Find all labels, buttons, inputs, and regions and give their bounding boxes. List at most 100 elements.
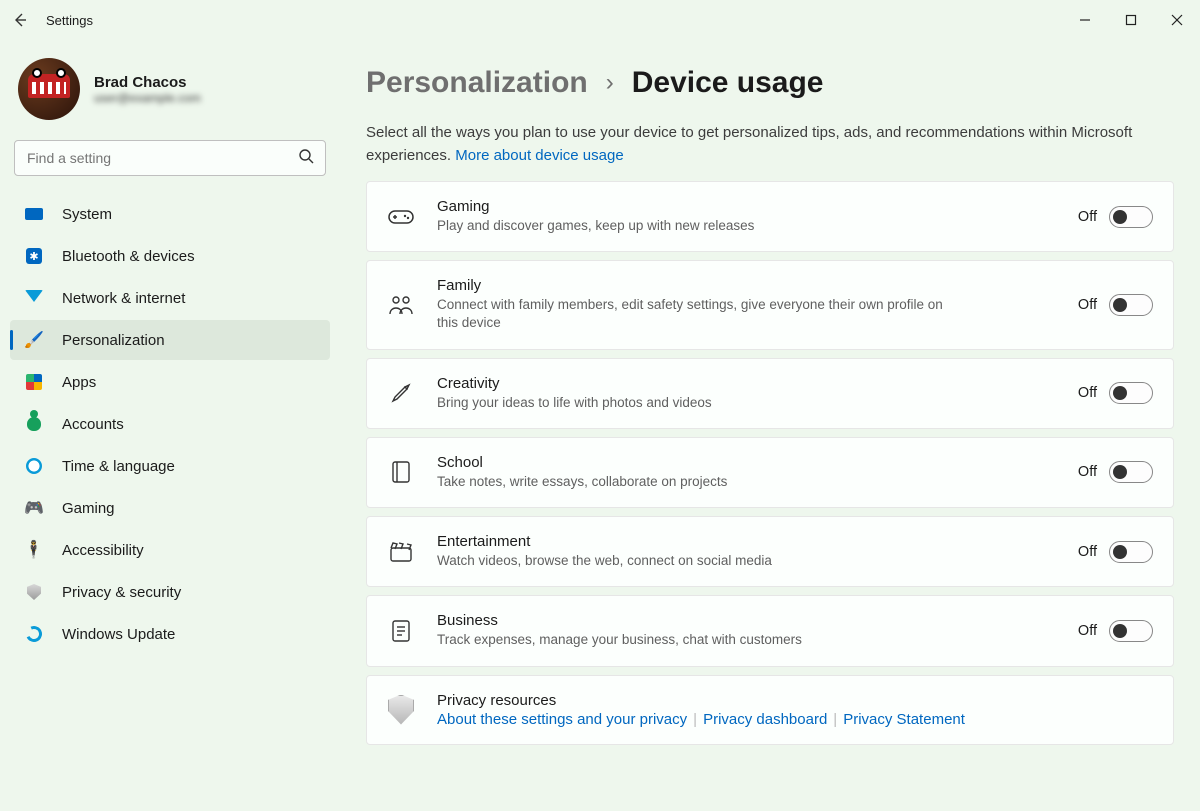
clock-globe-icon xyxy=(24,456,44,476)
title-bar: Settings xyxy=(0,0,1200,40)
privacy-link-dashboard[interactable]: Privacy dashboard xyxy=(703,711,827,728)
sidebar-item-bluetooth[interactable]: ✱Bluetooth & devices xyxy=(10,236,330,276)
document-icon xyxy=(387,617,415,645)
sidebar-item-accounts[interactable]: Accounts xyxy=(10,404,330,444)
clapperboard-icon xyxy=(387,538,415,566)
sidebar-item-time-language[interactable]: Time & language xyxy=(10,446,330,486)
card-title: Gaming xyxy=(437,198,1056,215)
sidebar-item-label: Accessibility xyxy=(62,542,144,559)
family-icon xyxy=(387,291,415,319)
sidebar-item-label: Gaming xyxy=(62,500,115,517)
card-title: Business xyxy=(437,612,1056,629)
sidebar-item-system[interactable]: System xyxy=(10,194,330,234)
gamepad-icon: 🎮 xyxy=(24,498,44,518)
minimize-button[interactable] xyxy=(1062,0,1108,40)
minimize-icon xyxy=(1079,14,1091,26)
shield-icon xyxy=(387,696,415,724)
toggle-state-label: Off xyxy=(1078,623,1097,639)
apps-icon xyxy=(24,372,44,392)
close-icon xyxy=(1171,14,1183,26)
toggle-family[interactable] xyxy=(1109,294,1153,316)
toggle-state-label: Off xyxy=(1078,385,1097,401)
close-button[interactable] xyxy=(1154,0,1200,40)
app-title: Settings xyxy=(40,13,93,28)
toggle-gaming[interactable] xyxy=(1109,206,1153,228)
display-icon xyxy=(24,204,44,224)
card-school: School Take notes, write essays, collabor… xyxy=(366,437,1174,508)
card-family: Family Connect with family members, edit … xyxy=(366,260,1174,349)
card-gaming: Gaming Play and discover games, keep up w… xyxy=(366,181,1174,252)
breadcrumb-parent[interactable]: Personalization xyxy=(366,66,588,100)
privacy-links: About these settings and your privacy | Pr… xyxy=(437,711,1153,728)
chevron-right-icon: › xyxy=(606,69,614,97)
card-title: Family xyxy=(437,277,1056,294)
sidebar-item-accessibility[interactable]: 🕴 Accessibility xyxy=(10,530,330,570)
sidebar-item-windows-update[interactable]: Windows Update xyxy=(10,614,330,654)
more-about-link[interactable]: More about device usage xyxy=(455,147,623,164)
profile-name: Brad Chacos xyxy=(94,74,201,91)
back-button[interactable] xyxy=(0,0,40,40)
card-sub: Bring your ideas to life with photos and… xyxy=(437,394,957,412)
sidebar: Brad Chacos user@example.com System ✱Blu… xyxy=(0,40,340,811)
avatar xyxy=(18,58,80,120)
card-title: Creativity xyxy=(437,375,1056,392)
usage-cards: Gaming Play and discover games, keep up w… xyxy=(366,181,1174,745)
card-sub: Track expenses, manage your business, ch… xyxy=(437,631,957,649)
sidebar-item-label: Privacy & security xyxy=(62,584,181,601)
toggle-state-label: Off xyxy=(1078,209,1097,225)
maximize-button[interactable] xyxy=(1108,0,1154,40)
toggle-business[interactable] xyxy=(1109,620,1153,642)
bluetooth-icon: ✱ xyxy=(24,246,44,266)
sidebar-item-gaming[interactable]: 🎮 Gaming xyxy=(10,488,330,528)
toggle-state-label: Off xyxy=(1078,464,1097,480)
separator: | xyxy=(833,711,837,728)
sidebar-item-network[interactable]: Network & internet xyxy=(10,278,330,318)
card-sub: Play and discover games, keep up with ne… xyxy=(437,217,957,235)
separator: | xyxy=(693,711,697,728)
search-input[interactable] xyxy=(14,140,326,176)
sidebar-item-label: Personalization xyxy=(62,332,165,349)
shield-icon xyxy=(24,582,44,602)
toggle-state-label: Off xyxy=(1078,297,1097,313)
sidebar-item-label: Time & language xyxy=(62,458,175,475)
sidebar-item-privacy[interactable]: Privacy & security xyxy=(10,572,330,612)
window-controls xyxy=(1062,0,1200,40)
sidebar-item-label: Network & internet xyxy=(62,290,185,307)
update-icon xyxy=(24,624,44,644)
person-icon xyxy=(24,414,44,434)
accessibility-icon: 🕴 xyxy=(24,540,44,560)
card-creativity: Creativity Bring your ideas to life with … xyxy=(366,358,1174,429)
wifi-icon xyxy=(24,288,44,308)
toggle-state-label: Off xyxy=(1078,544,1097,560)
privacy-link-statement[interactable]: Privacy Statement xyxy=(843,711,965,728)
page-description: Select all the ways you plan to use your… xyxy=(366,122,1156,167)
toggle-creativity[interactable] xyxy=(1109,382,1153,404)
pen-brush-icon xyxy=(387,379,415,407)
notebook-icon xyxy=(387,458,415,486)
sidebar-item-label: Apps xyxy=(62,374,96,391)
search-icon xyxy=(298,148,314,168)
card-privacy-resources: Privacy resources About these settings a… xyxy=(366,675,1174,745)
gamepad-icon xyxy=(387,203,415,231)
breadcrumb-leaf: Device usage xyxy=(632,66,824,100)
toggle-entertainment[interactable] xyxy=(1109,541,1153,563)
maximize-icon xyxy=(1125,14,1137,26)
sidebar-item-personalization[interactable]: 🖌️ Personalization xyxy=(10,320,330,360)
breadcrumb: Personalization › Device usage xyxy=(366,66,1174,100)
privacy-link-about[interactable]: About these settings and your privacy xyxy=(437,711,687,728)
sidebar-item-apps[interactable]: Apps xyxy=(10,362,330,402)
card-entertainment: EntertainmentWatch videos, browse the we… xyxy=(366,516,1174,587)
main-content: Personalization › Device usage Select al… xyxy=(340,40,1200,811)
card-sub: Watch videos, browse the web, connect on… xyxy=(437,552,957,570)
sidebar-item-label: System xyxy=(62,206,112,223)
sidebar-item-label: Windows Update xyxy=(62,626,175,643)
card-sub: Take notes, write essays, collaborate on… xyxy=(437,473,957,491)
card-title: Privacy resources xyxy=(437,692,1153,709)
toggle-school[interactable] xyxy=(1109,461,1153,483)
profile-block[interactable]: Brad Chacos user@example.com xyxy=(10,52,330,140)
nav-list: System ✱Bluetooth & devices Network & in… xyxy=(10,194,330,654)
paintbrush-icon: 🖌️ xyxy=(24,330,44,350)
card-sub: Connect with family members, edit safety… xyxy=(437,296,957,332)
arrow-left-icon xyxy=(12,12,28,28)
card-title: School xyxy=(437,454,1056,471)
